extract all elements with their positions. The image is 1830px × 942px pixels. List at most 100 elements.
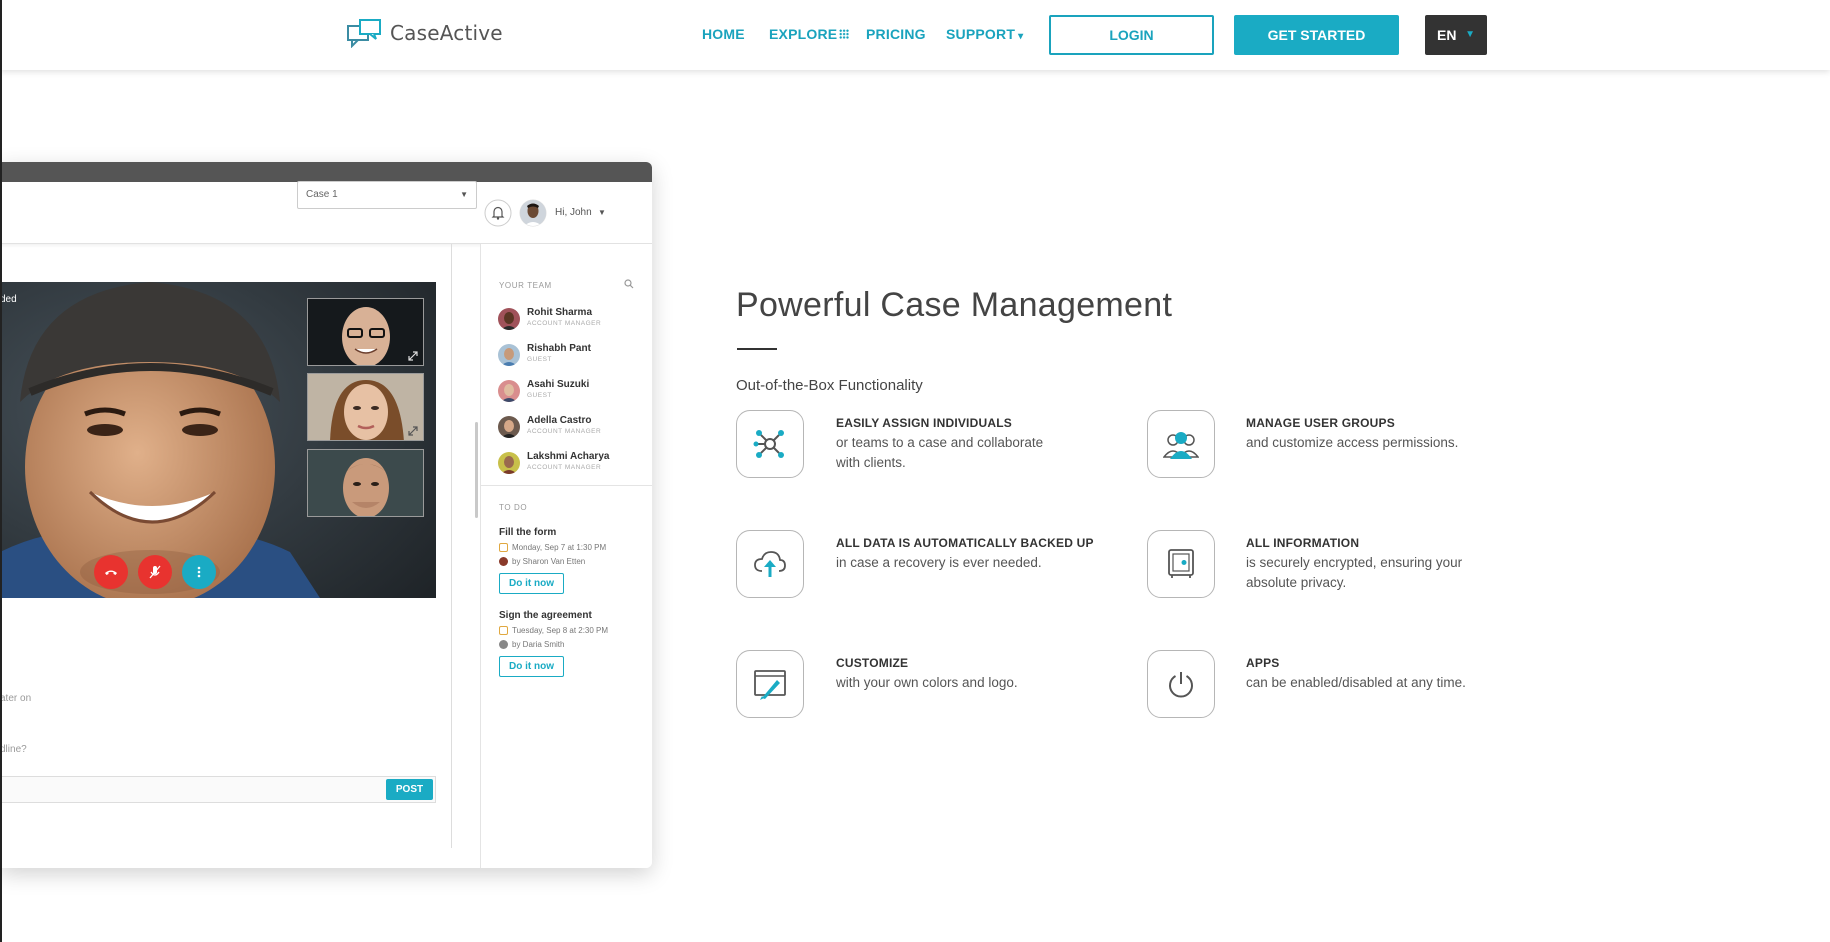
chevron-down-icon: ▾ (1018, 31, 1024, 42)
feature-description-line: and customize access permissions. (1246, 435, 1459, 450)
feature-description: and customize access permissions. (1246, 433, 1458, 453)
team-member[interactable]: Rishabh Pant GUEST (498, 342, 638, 370)
feature-title: EASILY ASSIGN INDIVIDUALS (836, 416, 1012, 430)
team-member[interactable]: Lakshmi Acharya ACCOUNT MANAGER (498, 450, 638, 478)
comment-fragment: ater on (0, 693, 32, 704)
comment-input[interactable] (0, 776, 436, 803)
power-icon (1169, 672, 1193, 698)
bell-icon[interactable] (484, 199, 512, 227)
member-role: GUEST (527, 356, 552, 363)
feature-title: ALL DATA IS AUTOMATICALLY BACKED UP (836, 536, 1094, 550)
post-button[interactable]: POST (386, 779, 433, 800)
participant-video-feed (308, 450, 423, 516)
todo-assignee: by Daria Smith (499, 640, 564, 649)
case-select[interactable]: Case 1 ▼ (297, 181, 477, 209)
feature-description-line: in case a recovery is ever needed. (836, 555, 1042, 570)
feature-title: CUSTOMIZE (836, 656, 909, 670)
caret-down-icon[interactable]: ▼ (598, 208, 606, 217)
more-options-button[interactable] (182, 555, 216, 589)
greeting[interactable]: Hi, John (555, 207, 592, 218)
brand-name: CaseActive (390, 21, 503, 45)
member-role: ACCOUNT MANAGER (527, 428, 602, 435)
scrollbar[interactable] (475, 422, 478, 518)
caret-down-icon: ▼ (1465, 29, 1475, 40)
participant-video-feed (308, 374, 423, 440)
team-member[interactable]: Asahi Suzuki GUEST (498, 378, 638, 406)
grid-dots-icon (839, 29, 850, 39)
feature-description-line: with clients. (836, 455, 906, 470)
network-icon (753, 430, 784, 458)
feature-icon-tile (1147, 530, 1215, 598)
expand-icon[interactable] (408, 351, 418, 361)
feature-icon-tile (736, 410, 804, 478)
site-header: CaseActive HOME EXPLORE PRICING SUPPORT ▾… (0, 0, 1830, 70)
caret-down-icon: ▼ (460, 190, 468, 199)
avatar (498, 380, 520, 402)
todo-assignee-text: by Sharon Van Etten (512, 557, 586, 566)
user-group-icon (1163, 432, 1199, 459)
hang-up-button[interactable] (94, 555, 128, 589)
do-it-now-button[interactable]: Do it now (499, 573, 564, 594)
more-vertical-icon (197, 566, 201, 578)
todo-date: Monday, Sep 7 at 1:30 PM (499, 543, 606, 552)
calendar-icon (499, 626, 508, 635)
feature-description-line: with your own colors and logo. (836, 675, 1018, 690)
team-member[interactable]: Rohit Sharma ACCOUNT MANAGER (498, 306, 638, 334)
feature-description: with your own colors and logo. (836, 673, 1018, 693)
title-underline (737, 348, 777, 350)
todo-date-text: Tuesday, Sep 8 at 2:30 PM (512, 626, 609, 635)
feature-description-line: can be enabled/disabled at any time. (1246, 675, 1466, 690)
member-name: Rishabh Pant (527, 343, 591, 354)
expand-icon[interactable] (408, 426, 418, 436)
avatar (498, 452, 520, 474)
feature-description-line: or teams to a case and collaborate (836, 435, 1044, 450)
safe-icon (1168, 549, 1194, 578)
participant-thumbnail[interactable] (307, 373, 424, 441)
feature-icon-tile (736, 650, 804, 718)
get-started-button[interactable]: GET STARTED (1234, 15, 1399, 55)
page-subtitle: Out-of-the-Box Functionality (736, 377, 923, 394)
team-heading: YOUR TEAM (499, 281, 552, 290)
login-button[interactable]: LOGIN (1049, 15, 1214, 55)
member-role: ACCOUNT MANAGER (527, 464, 602, 471)
mute-button[interactable] (138, 555, 172, 589)
todo-assignee-text: by Daria Smith (512, 640, 565, 649)
paint-brush-icon (754, 670, 786, 700)
todo-date-text: Monday, Sep 7 at 1:30 PM (512, 543, 607, 552)
member-name: Rohit Sharma (527, 307, 593, 318)
todo-title: Fill the form (499, 527, 557, 538)
todo-heading: TO DO (499, 503, 528, 512)
do-it-now-button[interactable]: Do it now (499, 656, 564, 677)
mic-off-icon (149, 565, 161, 579)
feature-title: ALL INFORMATION (1246, 536, 1360, 550)
feature-description: in case a recovery is ever needed. (836, 553, 1042, 573)
nav-home[interactable]: HOME (702, 26, 745, 42)
nav-support[interactable]: SUPPORT ▾ (946, 26, 1023, 42)
member-role: GUEST (527, 392, 552, 399)
recording-label: ded (0, 294, 17, 305)
nav-pricing[interactable]: PRICING (866, 26, 926, 42)
language-label: EN (1437, 27, 1457, 43)
nav-explore[interactable]: EXPLORE (769, 26, 850, 42)
search-icon[interactable] (624, 279, 634, 289)
section-divider (480, 485, 652, 486)
page-title: Powerful Case Management (736, 286, 1173, 324)
brand-logo[interactable]: CaseActive (346, 18, 503, 48)
team-member[interactable]: Adella Castro ACCOUNT MANAGER (498, 414, 638, 442)
language-selector[interactable]: EN ▼ (1425, 15, 1487, 55)
feature-description-line: is securely encrypted, ensuring your (1246, 555, 1463, 570)
feature-title: APPS (1246, 656, 1280, 670)
team-sidebar (480, 244, 652, 868)
window-edge (0, 0, 2, 942)
participant-thumbnail[interactable] (307, 449, 424, 517)
participant-video-feed (308, 299, 423, 365)
nav-support-label: SUPPORT (946, 26, 1016, 42)
feature-title: MANAGE USER GROUPS (1246, 416, 1395, 430)
feature-description-line: absolute privacy. (1246, 575, 1347, 590)
user-avatar[interactable] (519, 199, 547, 227)
feature-description: or teams to a case and collaborate with … (836, 433, 1043, 473)
member-name: Asahi Suzuki (527, 379, 590, 390)
cloud-upload-icon (754, 551, 786, 577)
feature-icon-tile (1147, 410, 1215, 478)
participant-thumbnail[interactable] (307, 298, 424, 366)
